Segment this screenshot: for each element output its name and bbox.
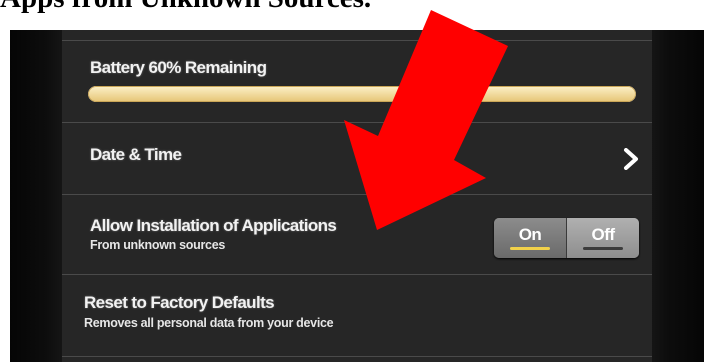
toggle-off-button[interactable]: Off xyxy=(567,218,639,258)
unknown-sources-label: Allow Installation of Applications xyxy=(90,216,337,235)
divider xyxy=(62,274,652,275)
factory-reset-label: Reset to Factory Defaults xyxy=(84,293,275,312)
battery-label: Battery 60% Remaining xyxy=(90,58,267,77)
divider xyxy=(62,40,652,41)
toggle-on-label: On xyxy=(518,225,542,244)
unknown-sources-toggle[interactable]: On Off xyxy=(494,218,639,258)
right-bezel xyxy=(652,30,704,362)
left-bezel xyxy=(10,30,62,362)
battery-bar-fill xyxy=(88,86,636,102)
toggle-off-indicator xyxy=(583,247,623,250)
date-time-label: Date & Time xyxy=(90,145,182,164)
divider xyxy=(62,356,652,357)
divider xyxy=(62,122,652,123)
toggle-on-indicator xyxy=(510,247,550,250)
battery-bar xyxy=(88,86,636,102)
divider xyxy=(62,194,652,195)
chevron-right-icon xyxy=(624,148,638,170)
factory-reset-sublabel: Removes all personal data from your devi… xyxy=(84,316,334,330)
caption-text: Apps from Unknown Sources. xyxy=(0,0,371,15)
toggle-on-button[interactable]: On xyxy=(494,218,566,258)
unknown-sources-sublabel: From unknown sources xyxy=(90,238,225,252)
toggle-off-label: Off xyxy=(591,225,615,244)
